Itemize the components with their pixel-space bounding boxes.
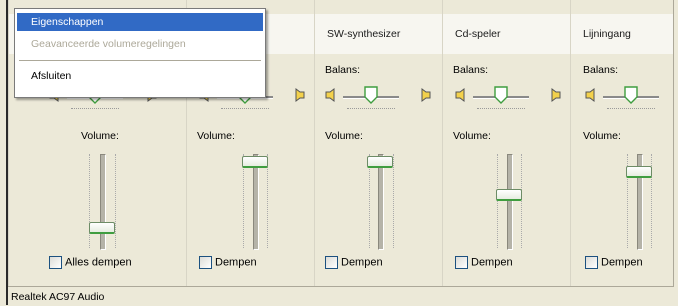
volume-ticks-left: [369, 154, 372, 248]
volume-label: Volume:: [81, 130, 119, 142]
left-speaker-icon: [455, 88, 465, 102]
menu-item-exit[interactable]: Afsluiten: [17, 67, 263, 85]
mixer-column-cd-player: Cd-speler Balans: Volume: Dempen: [442, 0, 571, 286]
volume-thumb[interactable]: [496, 189, 522, 201]
volume-ticks-left: [243, 154, 246, 248]
left-speaker-icon: [585, 88, 595, 102]
volume-track[interactable]: [253, 154, 259, 250]
volume-thumb[interactable]: [367, 156, 393, 168]
balance-thumb[interactable]: [624, 86, 638, 104]
mute-label: Alles dempen: [65, 256, 132, 269]
mute-label: Dempen: [601, 256, 643, 269]
balance-ticks: [221, 108, 269, 111]
balance-slider[interactable]: [323, 86, 435, 112]
volume-label: Volume:: [197, 130, 235, 142]
right-speaker-icon: [551, 88, 561, 102]
status-bar: Realtek AC97 Audio: [8, 286, 674, 306]
balance-ticks: [607, 108, 655, 111]
balance-label: Balans:: [325, 64, 361, 76]
mute-checkbox[interactable]: Dempen: [325, 256, 383, 272]
menu-separator: [19, 60, 261, 61]
volume-thumb[interactable]: [626, 166, 652, 178]
column-header: Lijningang: [583, 28, 631, 40]
volume-thumb[interactable]: [242, 156, 268, 168]
checkbox-box[interactable]: [325, 256, 338, 269]
status-text: Realtek AC97 Audio: [11, 291, 105, 303]
window-left-border: [0, 0, 8, 305]
mute-label: Dempen: [471, 256, 513, 269]
column-header: SW-synthesizer: [327, 28, 401, 40]
volume-label: Volume:: [325, 130, 363, 142]
mute-checkbox[interactable]: Alles dempen: [49, 256, 132, 272]
left-speaker-icon: [325, 88, 335, 102]
options-menu: Eigenschappen Geavanceerde volumeregelin…: [14, 8, 266, 98]
mute-label: Dempen: [341, 256, 383, 269]
volume-ticks-right: [115, 154, 118, 248]
mixer-column-sw-synthesizer: SW-synthesizer Balans: Volume: Dempen: [314, 0, 443, 286]
menu-item-advanced-controls: Geavanceerde volumeregelingen: [31, 38, 186, 50]
volume-thumb[interactable]: [89, 222, 115, 234]
balance-thumb[interactable]: [364, 86, 378, 104]
menu-item-properties[interactable]: Eigenschappen: [17, 13, 263, 31]
volume-ticks-left: [497, 154, 500, 248]
balance-ticks: [477, 108, 525, 111]
volume-label: Volume:: [583, 130, 621, 142]
volume-ticks-right: [521, 154, 524, 248]
volume-track[interactable]: [378, 154, 384, 250]
mute-checkbox[interactable]: Dempen: [585, 256, 643, 272]
column-header: Cd-speler: [455, 28, 501, 40]
mute-label: Dempen: [215, 256, 257, 269]
balance-ticks: [347, 108, 395, 111]
balance-label: Balans:: [583, 64, 619, 76]
checkbox-box[interactable]: [49, 256, 62, 269]
balance-thumb[interactable]: [494, 86, 508, 104]
volume-track[interactable]: [507, 154, 513, 250]
volume-control-window: Volume: Alles dempen Volume: Dempen SW-s…: [0, 0, 678, 306]
volume-label: Volume:: [453, 130, 491, 142]
right-speaker-icon: [421, 88, 431, 102]
volume-ticks-right: [267, 154, 270, 248]
volume-ticks-right: [393, 154, 396, 248]
mute-checkbox[interactable]: Dempen: [199, 256, 257, 272]
balance-slider[interactable]: [583, 86, 673, 112]
mute-checkbox[interactable]: Dempen: [455, 256, 513, 272]
right-speaker-icon: [295, 88, 305, 102]
checkbox-box[interactable]: [455, 256, 468, 269]
checkbox-box[interactable]: [199, 256, 212, 269]
balance-slider[interactable]: [453, 86, 565, 112]
volume-track[interactable]: [100, 154, 106, 250]
window-right-border: [673, 0, 678, 305]
balance-ticks: [71, 108, 119, 111]
checkbox-box[interactable]: [585, 256, 598, 269]
mixer-column-line-in: Lijningang Balans: Volume: Dempen: [570, 0, 675, 286]
balance-label: Balans:: [453, 64, 489, 76]
